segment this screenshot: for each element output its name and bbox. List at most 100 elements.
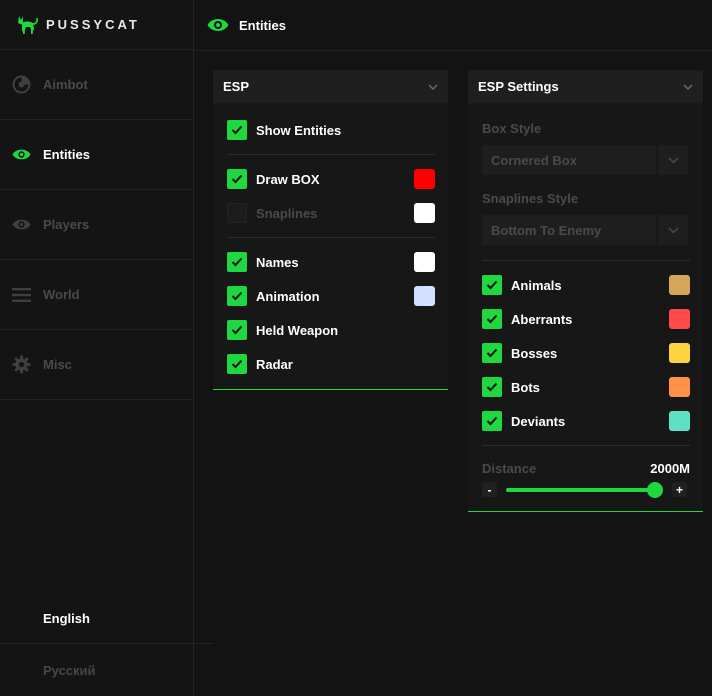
sidebar-item-label: World: [43, 287, 80, 302]
snaplines-color-swatch[interactable]: [414, 203, 435, 223]
distance-decrement-button[interactable]: -: [482, 482, 497, 497]
divider: [227, 237, 435, 238]
sidebar: PUSSYCAT Aimbot Entities Players World M…: [0, 0, 194, 696]
aberrants-label: Aberrants: [511, 311, 573, 327]
check-icon: [486, 314, 498, 324]
divider: [482, 260, 690, 261]
esp-settings-panel-header[interactable]: ESP Settings: [468, 70, 703, 104]
animation-label: Animation: [256, 288, 320, 304]
animation-color-swatch[interactable]: [414, 286, 435, 306]
bosses-color-swatch[interactable]: [669, 343, 690, 363]
panel-title: ESP: [223, 79, 250, 94]
sidebar-item-misc[interactable]: Misc: [0, 330, 193, 400]
deviants-row: Deviants: [482, 411, 690, 431]
aimbot-icon: [12, 75, 31, 94]
check-icon: [231, 174, 243, 184]
language-english[interactable]: English: [0, 594, 213, 644]
sidebar-item-aimbot[interactable]: Aimbot: [0, 50, 193, 120]
animals-checkbox[interactable]: [482, 275, 502, 295]
bosses-row: Bosses: [482, 343, 690, 363]
aberrants-checkbox[interactable]: [482, 309, 502, 329]
sidebar-item-entities[interactable]: Entities: [0, 120, 193, 190]
snaplines-style-label: Snaplines Style: [482, 191, 579, 206]
check-icon: [486, 348, 498, 358]
cat-logo-icon: [18, 15, 39, 34]
check-icon: [486, 382, 498, 392]
deviants-color-swatch[interactable]: [669, 411, 690, 431]
chevron-down-icon: [428, 83, 438, 90]
chevron-down-icon: [683, 83, 693, 90]
distance-value: 2000M: [650, 461, 690, 476]
deviants-label: Deviants: [511, 413, 566, 429]
deviants-checkbox[interactable]: [482, 411, 502, 431]
aberrants-row: Aberrants: [482, 309, 690, 329]
chevron-down-icon: [658, 145, 688, 175]
radar-checkbox[interactable]: [227, 354, 247, 374]
divider: [482, 445, 690, 446]
animals-label: Animals: [511, 277, 562, 293]
check-icon: [231, 359, 243, 369]
bots-checkbox[interactable]: [482, 377, 502, 397]
names-color-swatch[interactable]: [414, 252, 435, 272]
distance-increment-button[interactable]: +: [672, 482, 687, 497]
bosses-label: Bosses: [511, 345, 558, 361]
box-style-label: Box Style: [482, 121, 542, 136]
names-checkbox[interactable]: [227, 252, 247, 272]
sidebar-item-world[interactable]: World: [0, 260, 193, 330]
sidebar-item-label: Players: [43, 217, 90, 232]
page-header: Entities: [194, 0, 712, 51]
distance-slider-track[interactable]: [506, 482, 663, 498]
animals-row: Animals: [482, 275, 690, 295]
distance-slider-fill: [506, 488, 655, 492]
box-style-value: Cornered Box: [482, 145, 656, 175]
held-weapon-label: Held Weapon: [256, 322, 339, 338]
bots-label: Bots: [511, 379, 540, 395]
radar-label: Radar: [256, 356, 293, 372]
draw-box-checkbox[interactable]: [227, 169, 247, 189]
distance-slider-handle[interactable]: [646, 482, 663, 498]
check-icon: [486, 416, 498, 426]
esp-panel-header[interactable]: ESP: [213, 70, 448, 104]
sidebar-item-players[interactable]: Players: [0, 190, 193, 260]
eye-icon: [12, 215, 31, 234]
menu-lines-icon: [12, 285, 31, 304]
held-weapon-checkbox[interactable]: [227, 320, 247, 340]
draw-box-color-swatch[interactable]: [414, 169, 435, 189]
snaplines-row: Snaplines: [227, 203, 435, 223]
snaplines-style-select[interactable]: Bottom To Enemy: [482, 215, 688, 245]
bots-color-swatch[interactable]: [669, 377, 690, 397]
brand: PUSSYCAT: [0, 0, 193, 50]
animation-checkbox[interactable]: [227, 286, 247, 306]
check-icon: [231, 125, 243, 135]
check-icon: [231, 257, 243, 267]
check-icon: [231, 291, 243, 301]
sidebar-item-label: Misc: [43, 357, 72, 372]
animals-color-swatch[interactable]: [669, 275, 690, 295]
show-entities-checkbox[interactable]: [227, 120, 247, 140]
language-russian[interactable]: Русский: [0, 645, 213, 695]
names-row: Names: [227, 252, 435, 272]
radar-row: Radar: [227, 354, 435, 374]
divider: [227, 154, 435, 155]
gear-icon: [12, 355, 31, 374]
chevron-down-icon: [658, 215, 688, 245]
bosses-checkbox[interactable]: [482, 343, 502, 363]
check-icon: [486, 280, 498, 290]
show-entities-label: Show Entities: [256, 122, 342, 138]
bots-row: Bots: [482, 377, 690, 397]
box-style-select[interactable]: Cornered Box: [482, 145, 688, 175]
names-label: Names: [256, 254, 299, 270]
esp-settings-panel: ESP Settings Box Style Cornered Box Snap…: [468, 70, 703, 512]
check-icon: [231, 325, 243, 335]
panel-title: ESP Settings: [478, 79, 559, 94]
sidebar-item-label: Entities: [43, 147, 90, 162]
page-title: Entities: [239, 17, 286, 33]
held-weapon-row: Held Weapon: [227, 320, 435, 340]
show-entities-row: Show Entities: [227, 120, 435, 140]
eye-icon: [207, 19, 229, 31]
snaplines-style-value: Bottom To Enemy: [482, 215, 656, 245]
snaplines-checkbox[interactable]: [227, 203, 247, 223]
eye-icon: [12, 145, 31, 164]
distance-label: Distance: [482, 461, 537, 476]
aberrants-color-swatch[interactable]: [669, 309, 690, 329]
